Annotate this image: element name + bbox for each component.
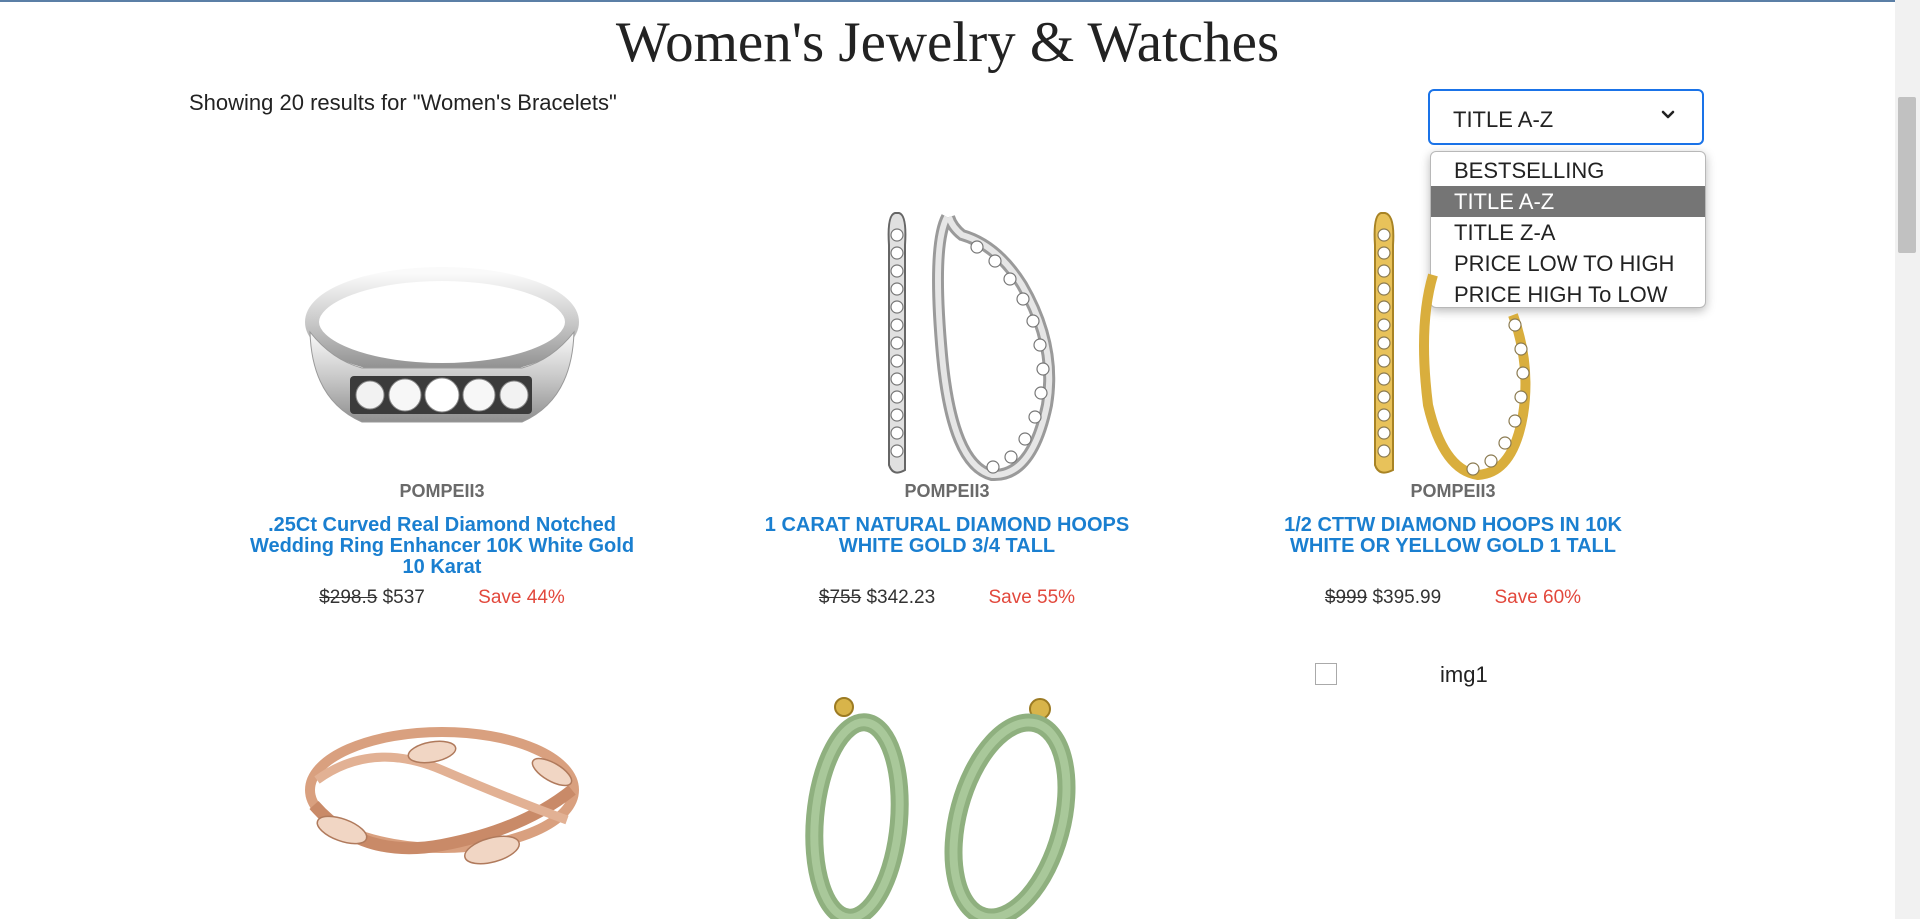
product-card: POMPEII3 1 CARAT NATURAL DIAMOND HOOPS W… <box>727 180 1167 630</box>
product-old-price: $999 <box>1324 587 1368 608</box>
top-border <box>0 0 1920 2</box>
product-image[interactable] <box>727 680 1167 924</box>
results-summary: Showing 20 results for "Women's Bracelet… <box>189 90 617 115</box>
product-brand: POMPEII3 <box>399 481 485 501</box>
broken-image-alt-text: img1 <box>1440 662 1488 687</box>
product-price: $342.23 <box>866 587 936 608</box>
product-price-row: $999 $395.99 Save 60% <box>1233 587 1673 609</box>
product-title-link[interactable]: 1/2 CTTW DIAMOND HOOPS IN 10K WHITE OR Y… <box>1253 515 1653 557</box>
product-price-row: $298.5 $537 Save 44% <box>222 587 662 609</box>
sort-selected-value: TITLE A-Z <box>1453 107 1554 132</box>
product-image[interactable] <box>222 710 662 900</box>
product-brand: POMPEII3 <box>1410 481 1496 501</box>
sort-select[interactable]: TITLE A-Z <box>1428 89 1704 145</box>
product-old-price: $755 <box>818 587 862 608</box>
page-title: Women's Jewelry & Watches <box>615 11 1280 74</box>
product-title-link[interactable]: 1 CARAT NATURAL DIAMOND HOOPS WHITE GOLD… <box>747 515 1147 557</box>
product-price: $395.99 <box>1372 587 1442 608</box>
product-card: POMPEII3 1/2 CTTW DIAMOND HOOPS IN 10K W… <box>1233 180 1673 630</box>
product-card: POMPEII3 .25Ct Curved Real Diamond Notch… <box>222 180 662 630</box>
chevron-down-icon <box>1658 105 1678 131</box>
product-title-link[interactable]: .25Ct Curved Real Diamond Notched Weddin… <box>242 515 642 578</box>
product-save-badge: Save 55% <box>988 587 1076 608</box>
product-image[interactable] <box>222 260 662 440</box>
product-save-badge: Save 44% <box>478 587 565 608</box>
broken-image-icon <box>1315 663 1337 685</box>
product-image[interactable] <box>1233 205 1673 485</box>
product-card <box>222 650 662 919</box>
product-price: $537 <box>382 587 425 608</box>
product-save-badge: Save 60% <box>1494 587 1582 608</box>
product-brand: POMPEII3 <box>904 481 990 501</box>
scrollbar-thumb[interactable] <box>1898 97 1916 253</box>
product-price-row: $755 $342.23 Save 55% <box>727 587 1167 609</box>
product-card <box>727 650 1167 924</box>
product-old-price: $298.5 <box>319 587 378 608</box>
product-image[interactable] <box>727 205 1167 485</box>
